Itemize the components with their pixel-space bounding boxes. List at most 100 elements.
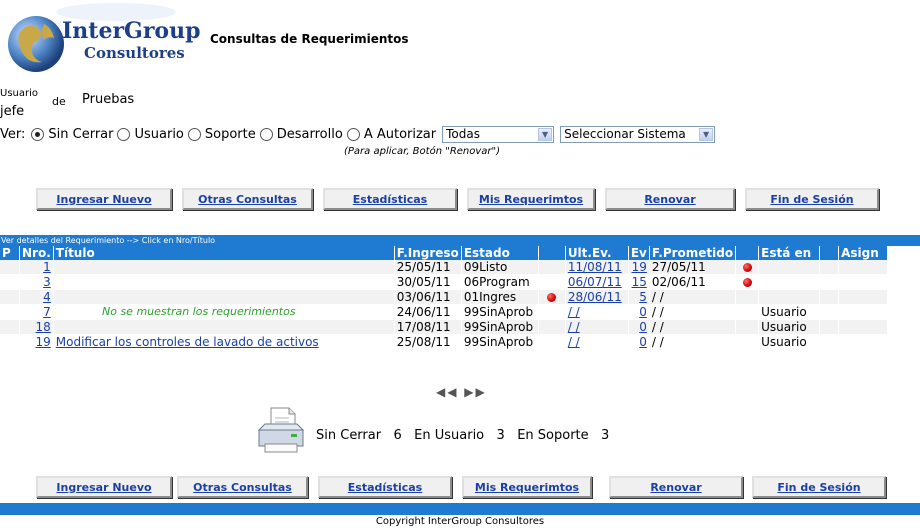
cell-nro[interactable]: 4 — [19, 289, 54, 305]
radio-sin-cerrar[interactable]: Sin Cerrar — [31, 127, 113, 142]
cell-ev[interactable]: 0 — [628, 319, 650, 335]
col-fprometido: F.Prometido — [649, 246, 737, 260]
mis-requerimientos-button-bottom[interactable]: Mis Requerimtos — [462, 476, 592, 498]
estadisticas-button-bottom[interactable]: Estadísticas — [318, 476, 452, 498]
radio-label: Usuario — [134, 126, 184, 142]
col-fingreso: F.Ingreso — [394, 246, 462, 260]
cell-p — [0, 334, 20, 350]
cell-ultev[interactable]: 28/06/11 — [565, 289, 629, 305]
cell-alert2 — [735, 304, 760, 320]
cell-estado: 99SinAprob — [461, 319, 539, 335]
col-esta-en: Está en — [758, 246, 821, 260]
cell-alert — [538, 289, 566, 305]
system-select-value: Seleccionar Sistema — [564, 127, 686, 141]
cell-nro-text[interactable]: 7 — [43, 305, 51, 319]
cell-titulo[interactable] — [53, 319, 395, 335]
cell-ultev[interactable]: / / — [565, 304, 629, 320]
cell-fprometido-text: / / — [651, 320, 664, 334]
cell-nro[interactable]: 18 — [19, 319, 54, 335]
fin-de-sesion-button[interactable]: Fin de Sesión — [745, 188, 879, 210]
fin-de-sesion-button-bottom[interactable]: Fin de Sesión — [752, 476, 886, 498]
cell-esta-en-text: Usuario — [761, 320, 807, 334]
cell-nro[interactable]: 19 — [19, 334, 54, 350]
cell-ultev-text[interactable]: / / — [568, 335, 580, 349]
prev-page-icon[interactable]: ◀◀ — [436, 385, 458, 399]
cell-nro-text[interactable]: 19 — [35, 335, 50, 349]
cell-titulo[interactable]: Modificar los controles de lavado de act… — [53, 334, 395, 350]
cell-titulo[interactable] — [53, 260, 395, 275]
cell-fingreso: 25/08/11 — [394, 334, 462, 350]
pager: ◀◀ ▶▶ — [436, 385, 487, 399]
cell-ev[interactable]: 5 — [628, 289, 650, 305]
logo-text-line1: InterGroup — [62, 18, 201, 44]
cell-esta-en-text: Usuario — [761, 335, 807, 349]
cell-nro-text[interactable]: 1 — [43, 260, 51, 274]
user-name: Pruebas — [82, 92, 135, 107]
cell-nro-text[interactable]: 4 — [43, 290, 51, 304]
cell-alert2 — [735, 260, 760, 275]
cell-alert — [538, 334, 566, 350]
cell-ultev-text[interactable]: / / — [568, 320, 580, 334]
cell-nro[interactable]: 7 — [19, 304, 54, 320]
mis-requerimientos-button[interactable]: Mis Requerimtos — [467, 188, 595, 210]
status-select[interactable]: Todas ▼ — [442, 125, 555, 143]
cell-ev[interactable]: 0 — [628, 304, 650, 320]
cell-ultev[interactable]: 11/08/11 — [565, 260, 629, 275]
cell-ev-text[interactable]: 0 — [639, 335, 647, 349]
cell-titulo[interactable] — [53, 274, 395, 290]
table-header-row: P Nro. Título F.Ingreso Estado Ult.Ev. E… — [0, 246, 889, 260]
col-alert2 — [735, 246, 760, 260]
cell-estado-text: 99SinAprob — [463, 320, 534, 334]
cell-fprometido: / / — [649, 319, 737, 335]
cell-nro[interactable]: 3 — [19, 274, 54, 290]
cell-ultev-text[interactable]: 11/08/11 — [568, 260, 622, 274]
col-asign: Asign — [838, 246, 889, 260]
ingresar-nuevo-button-bottom[interactable]: Ingresar Nuevo — [36, 476, 172, 498]
cell-ev[interactable]: 15 — [628, 274, 650, 290]
col-ultev: Ult.Ev. — [565, 246, 629, 260]
cell-ultev[interactable]: / / — [565, 319, 629, 335]
radio-dot-icon — [346, 127, 360, 141]
next-page-icon[interactable]: ▶▶ — [464, 385, 486, 399]
ingresar-nuevo-button[interactable]: Ingresar Nuevo — [36, 188, 172, 210]
cell-ultev-text[interactable]: / / — [568, 305, 580, 319]
renovar-button[interactable]: Renovar — [605, 188, 735, 210]
cell-ultev[interactable]: 06/07/11 — [565, 274, 629, 290]
cell-alert — [538, 304, 566, 320]
radio-usuario[interactable]: Usuario — [117, 126, 184, 142]
apply-hint: (Para aplicar, Botón "Renovar") — [344, 146, 501, 157]
cell-fingreso: 24/06/11 — [394, 304, 462, 320]
radio-soporte[interactable]: Soporte — [187, 127, 256, 142]
cell-ev[interactable]: 19 — [628, 260, 650, 275]
radio-desarrollo[interactable]: Desarrollo — [259, 127, 343, 142]
cell-titulo-text[interactable]: Modificar los controles de lavado de act… — [56, 335, 319, 349]
cell-ultev-text[interactable]: 28/06/11 — [568, 290, 622, 304]
cell-asign — [838, 319, 889, 335]
ver-label: Ver: — [0, 126, 26, 142]
system-select[interactable]: Seleccionar Sistema ▼ — [560, 125, 716, 143]
otras-consultas-button-bottom[interactable]: Otras Consultas — [177, 476, 308, 498]
cell-ev-text[interactable]: 0 — [639, 305, 647, 319]
cell-ev[interactable]: 0 — [628, 334, 650, 350]
cell-ev-text[interactable]: 15 — [632, 275, 647, 289]
cell-ev-text[interactable]: 0 — [639, 320, 647, 334]
cell-fingreso: 03/06/11 — [394, 289, 462, 305]
estadisticas-button[interactable]: Estadísticas — [323, 188, 457, 210]
printer-icon[interactable] — [255, 404, 307, 456]
radio-label: Sin Cerrar — [48, 126, 114, 142]
cell-ultev[interactable]: / / — [565, 334, 629, 350]
cell-nro-text[interactable]: 18 — [35, 320, 50, 334]
cell-titulo[interactable] — [53, 289, 395, 305]
otras-consultas-button[interactable]: Otras Consultas — [182, 188, 313, 210]
cell-fprometido-text: / / — [651, 290, 664, 304]
renovar-button-bottom[interactable]: Renovar — [609, 476, 743, 498]
cell-blank — [819, 274, 840, 290]
cell-ev-text[interactable]: 19 — [632, 260, 647, 274]
cell-ev-text[interactable]: 5 — [639, 290, 647, 304]
radio-a-autorizar[interactable]: A Autorizar — [346, 127, 436, 142]
cell-p — [0, 289, 20, 305]
cell-estado-text: 99SinAprob — [463, 305, 534, 319]
cell-ultev-text[interactable]: 06/07/11 — [568, 275, 622, 289]
cell-nro[interactable]: 1 — [19, 260, 54, 275]
cell-nro-text[interactable]: 3 — [43, 275, 51, 289]
